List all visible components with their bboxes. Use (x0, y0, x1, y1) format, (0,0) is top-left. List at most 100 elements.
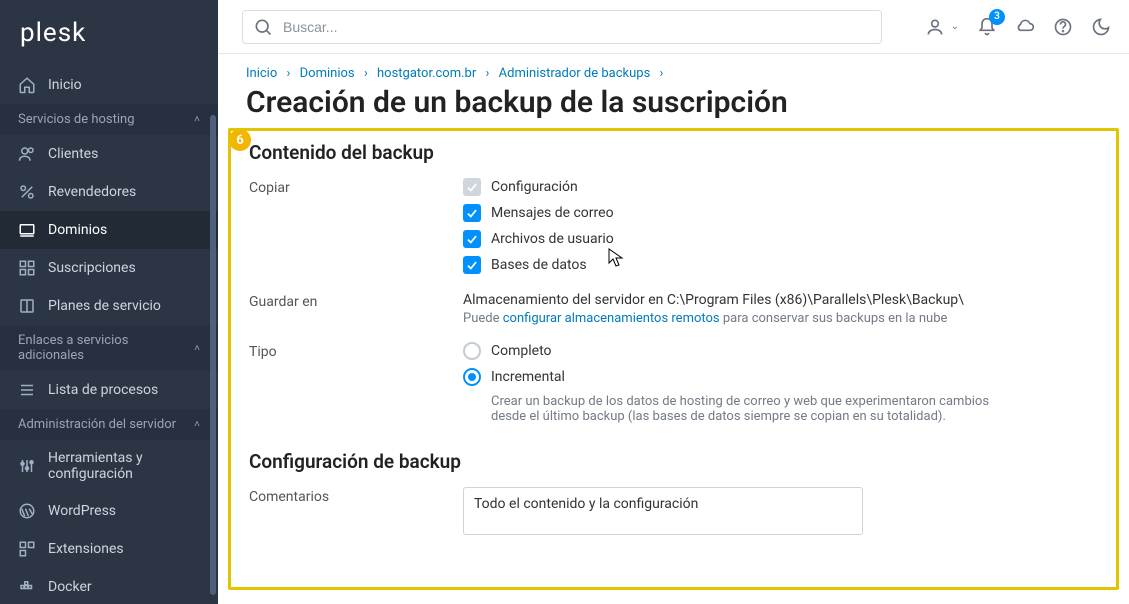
nav-clients-label: Clientes (48, 146, 98, 162)
radio-incremental[interactable]: Incremental (463, 368, 1098, 386)
chk-config: Configuración (463, 178, 1098, 196)
nav-extensions[interactable]: Extensiones (0, 530, 218, 568)
store-sub: Puede configurar almacenamientos remotos… (463, 311, 1098, 326)
chevron-up-icon: ˄ (194, 419, 200, 430)
nav-tools[interactable]: Herramientas y configuración (0, 440, 218, 492)
nav-section-links-label: Enlaces a servicios adicionales (18, 333, 194, 363)
sidebar: plesk Inicio Servicios de hosting ˄ Clie… (0, 0, 218, 604)
nav-subscriptions[interactable]: Suscripciones (0, 249, 218, 287)
nav-section-hosting-label: Servicios de hosting (18, 112, 135, 127)
theme-icon[interactable] (1091, 17, 1111, 37)
nav-section-admin-label: Administración del servidor (18, 417, 176, 432)
grid-icon (18, 259, 36, 277)
comments-textarea[interactable] (463, 487, 863, 535)
chk-mail[interactable]: Mensajes de correo (463, 204, 1098, 222)
nav-subscriptions-label: Suscripciones (48, 260, 136, 276)
nav-wordpress[interactable]: WordPress (0, 492, 218, 530)
chevron-right-icon: › (364, 66, 368, 81)
label-store: Guardar en (249, 292, 463, 310)
chevron-down-icon: ⌄ (951, 21, 959, 32)
nav-service-plans[interactable]: Planes de servicio (0, 287, 218, 325)
radio-unchecked-icon[interactable] (463, 342, 481, 360)
chevron-up-icon: ˄ (194, 114, 200, 125)
label-comments: Comentarios (249, 487, 463, 505)
wordpress-icon (18, 502, 36, 520)
chevron-right-icon: › (660, 66, 664, 81)
chevron-right-icon: › (486, 66, 490, 81)
chk-files-label: Archivos de usuario (491, 231, 614, 247)
radio-incremental-desc: Crear un backup de los datos de hosting … (491, 394, 1011, 424)
chk-mail-label: Mensajes de correo (491, 205, 614, 221)
main-area: ⌄ 3 Inicio › Dominios › hostgator.com.br… (218, 0, 1129, 604)
search-box[interactable] (242, 10, 882, 44)
radio-full[interactable]: Completo (463, 342, 1098, 360)
nav-section-links[interactable]: Enlaces a servicios adicionales ˄ (0, 325, 218, 371)
nav-process-list-label: Lista de procesos (48, 382, 158, 398)
nav-section-hosting[interactable]: Servicios de hosting ˄ (0, 104, 218, 135)
sliders-icon (18, 457, 36, 475)
cloud-icon[interactable] (1015, 17, 1035, 37)
topbar: ⌄ 3 (218, 0, 1129, 54)
row-type: Tipo Completo Incremental Crear un backu… (249, 342, 1098, 424)
list-icon (18, 381, 36, 399)
label-type: Tipo (249, 342, 463, 360)
crumb-domains[interactable]: Dominios (300, 66, 355, 81)
label-copy: Copiar (249, 178, 463, 196)
nav-docker-label: Docker (48, 579, 92, 595)
store-value: Almacenamiento del servidor en C:\Progra… (463, 292, 1098, 308)
chk-db[interactable]: Bases de datos (463, 256, 1098, 274)
nav-service-plans-label: Planes de servicio (48, 298, 161, 314)
puzzle-icon (18, 540, 36, 558)
nav-section-admin[interactable]: Administración del servidor ˄ (0, 409, 218, 440)
chk-db-label: Bases de datos (491, 257, 587, 273)
notification-badge: 3 (989, 9, 1005, 25)
checkbox-checked-icon[interactable] (463, 256, 481, 274)
store-sub-pre: Puede (463, 311, 503, 326)
user-menu-icon[interactable] (925, 17, 945, 37)
section-backup-content-heading: Contenido del backup (249, 141, 1098, 164)
monitor-icon (18, 221, 36, 239)
docker-icon (18, 578, 36, 596)
nav-clients[interactable]: Clientes (0, 135, 218, 173)
nav-home-label: Inicio (48, 77, 82, 93)
nav-domains[interactable]: Dominios (0, 211, 218, 249)
store-sub-post: para conservar sus backups en la nube (720, 311, 948, 326)
nav-wordpress-label: WordPress (48, 503, 116, 519)
store-sub-link[interactable]: configurar almacenamientos remotos (503, 311, 720, 326)
sidebar-scrollbar[interactable] (210, 115, 216, 595)
checkbox-checked-icon[interactable] (463, 230, 481, 248)
chevron-right-icon: › (287, 66, 291, 81)
users-icon (18, 145, 36, 163)
checkbox-checked-icon[interactable] (463, 204, 481, 222)
breadcrumb: Inicio › Dominios › hostgator.com.br › A… (218, 54, 1129, 85)
row-copy: Copiar Configuración Mensajes de correo (249, 178, 1098, 282)
brand-text: plesk (20, 18, 86, 48)
crumb-domain-name[interactable]: hostgator.com.br (377, 66, 476, 81)
crumb-backup-admin[interactable]: Administrador de backups (499, 66, 651, 81)
book-icon (18, 297, 36, 315)
chk-config-label: Configuración (491, 179, 578, 195)
row-comments: Comentarios (249, 487, 1098, 539)
row-store: Guardar en Almacenamiento del servidor e… (249, 292, 1098, 326)
chk-files[interactable]: Archivos de usuario (463, 230, 1098, 248)
home-icon (18, 76, 36, 94)
nav-home[interactable]: Inicio (0, 66, 218, 104)
form-content: Contenido del backup Copiar Configuració… (231, 131, 1116, 555)
radio-checked-icon[interactable] (463, 368, 481, 386)
help-icon[interactable] (1053, 17, 1073, 37)
nav-tools-label: Herramientas y configuración (48, 450, 200, 482)
section-backup-config-heading: Configuración de backup (249, 450, 1098, 473)
radio-incremental-label: Incremental (491, 369, 565, 385)
bell-icon[interactable]: 3 (977, 17, 997, 37)
nav-resellers[interactable]: Revendedores (0, 173, 218, 211)
nav-docker[interactable]: Docker (0, 568, 218, 604)
crumb-home[interactable]: Inicio (246, 66, 277, 81)
search-input[interactable] (283, 19, 871, 35)
highlight-box: 6 Contenido del backup Copiar Configurac… (228, 128, 1119, 590)
chevron-up-icon: ˄ (194, 343, 200, 354)
search-icon (253, 17, 273, 37)
nav-process-list[interactable]: Lista de procesos (0, 371, 218, 409)
highlight-number-badge: 6 (229, 129, 251, 151)
percent-icon (18, 183, 36, 201)
page-title: Creación de un backup de la suscripción (218, 85, 1129, 128)
